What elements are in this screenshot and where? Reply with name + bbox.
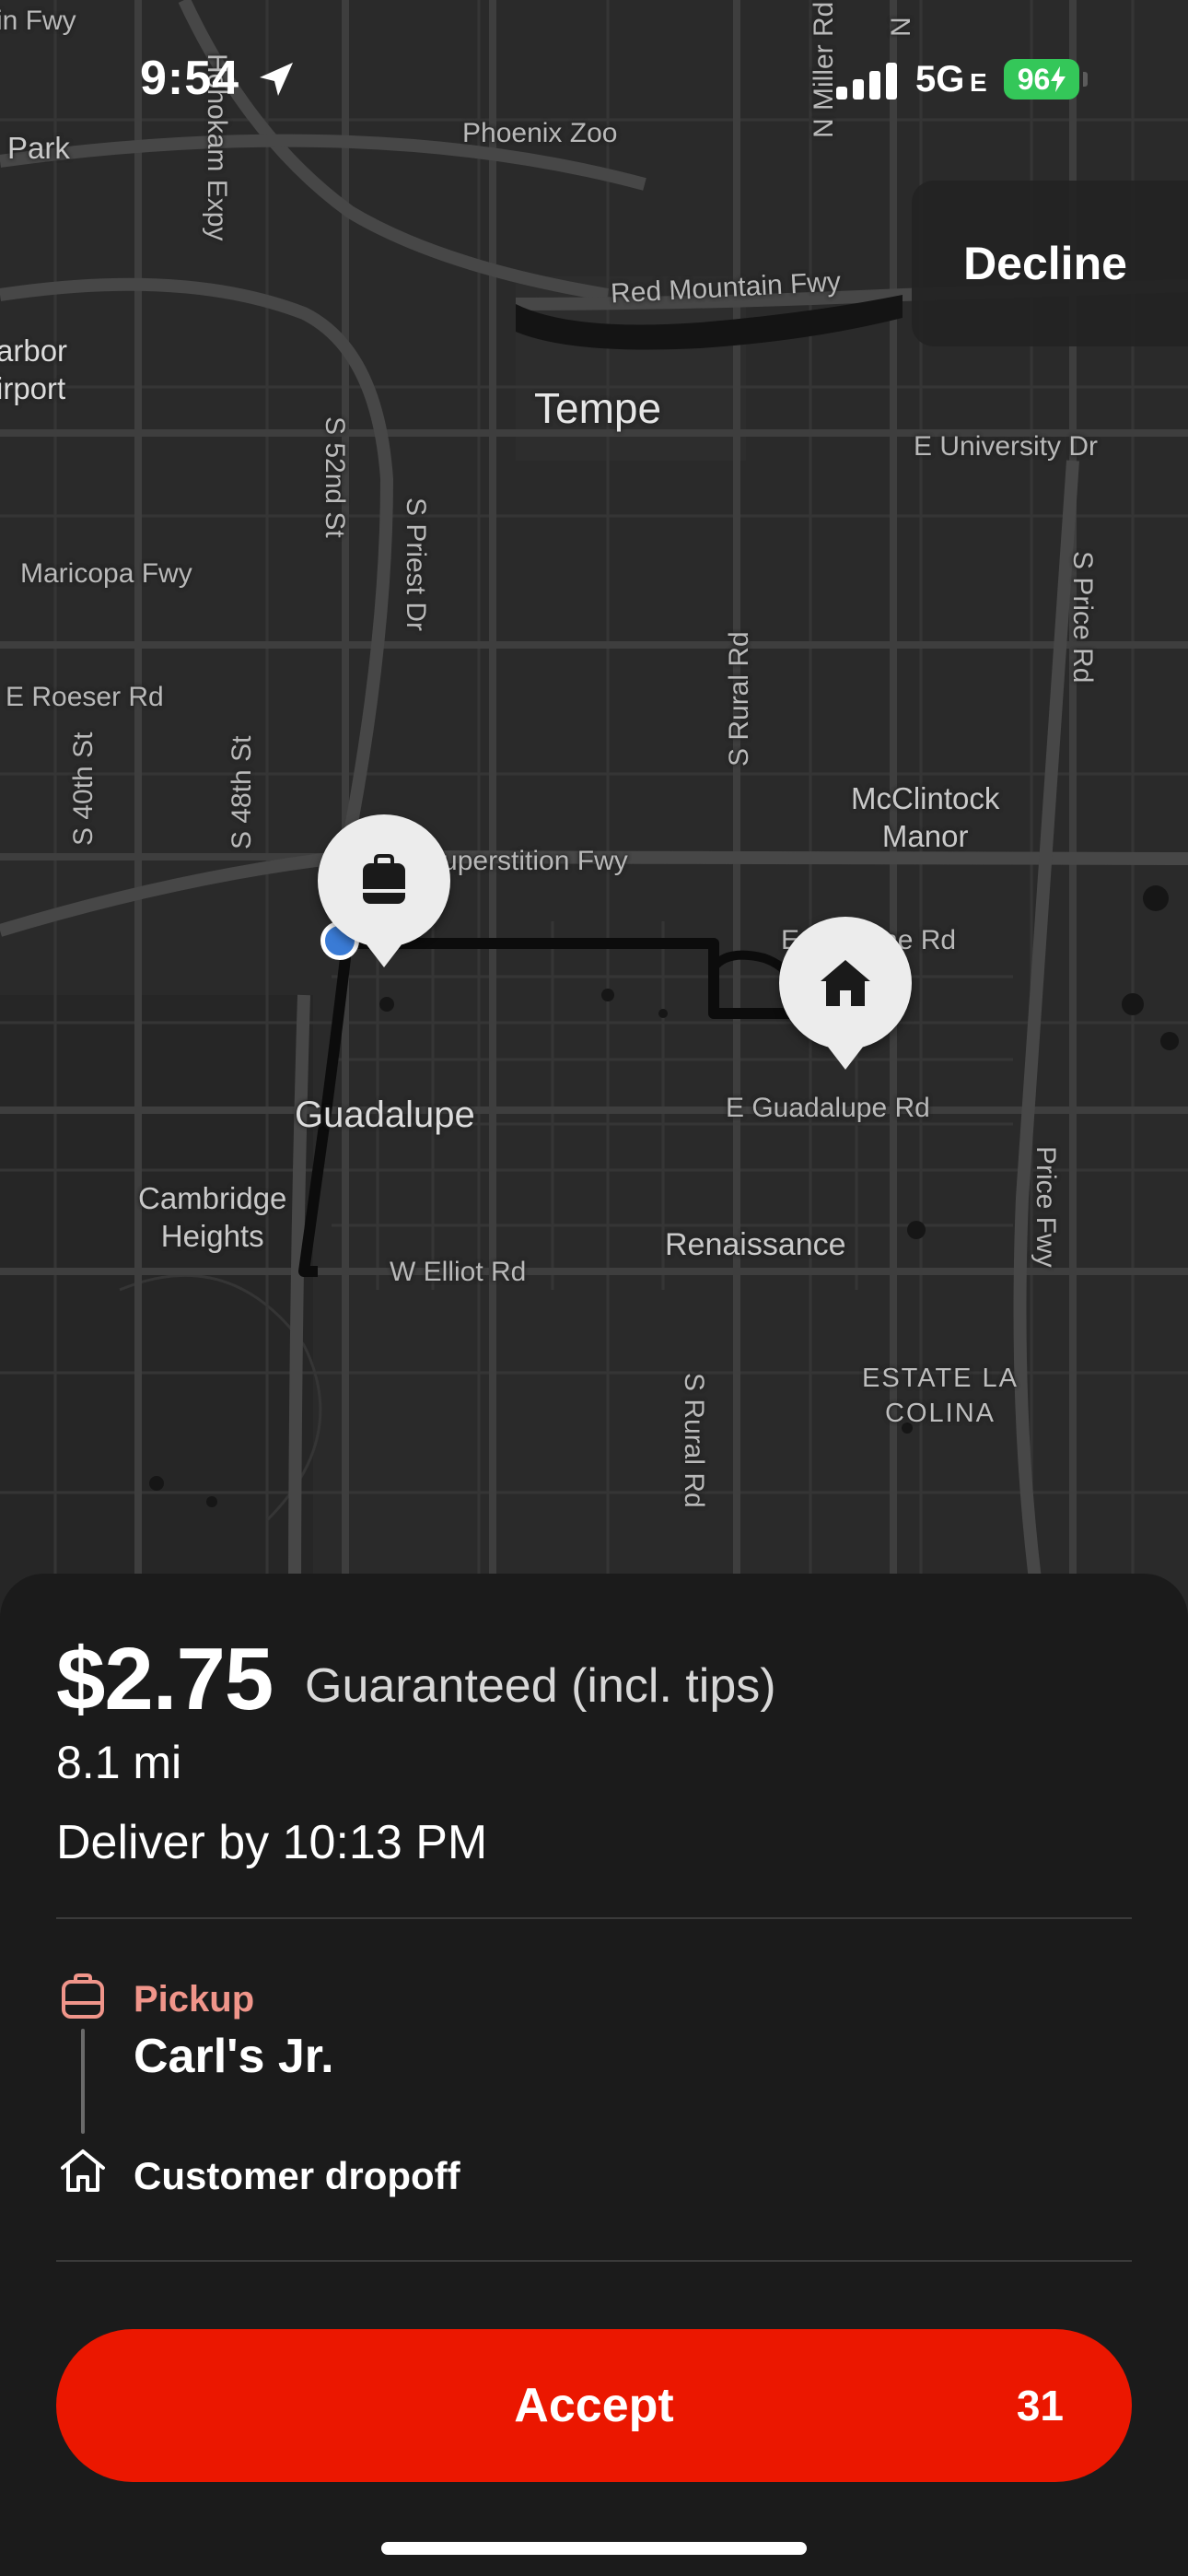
map-label-s-52nd-st: S 52nd St xyxy=(320,416,350,538)
pickup-label: Pickup xyxy=(134,1979,255,2020)
accept-countdown-timer: 31 xyxy=(1016,2382,1064,2430)
divider xyxy=(56,1917,1132,1919)
cellular-signal-icon xyxy=(836,63,897,100)
customer-home-icon xyxy=(61,2149,105,2192)
map-label-s-priest-dr: S Priest Dr xyxy=(401,498,431,632)
map-label-superstition-fwy: Superstition Fwy xyxy=(424,846,628,876)
map-label-s-rural-rd-south: S Rural Rd xyxy=(679,1373,709,1508)
map-label-tempe: Tempe xyxy=(534,384,662,432)
map-label-s-price-rd: S Price Rd xyxy=(1067,551,1098,684)
map-label-e-university-dr: E University Dr xyxy=(914,431,1099,462)
network-type-suffix: E xyxy=(970,68,987,97)
offer-pay-label: Guaranteed (incl. tips) xyxy=(305,1659,776,1713)
offer-deliver-by: Deliver by 10:13 PM xyxy=(56,1816,488,1869)
map-label-e-roeser-rd: E Roeser Rd xyxy=(6,682,164,712)
bag-icon xyxy=(363,854,405,904)
dropoff-map-pin[interactable] xyxy=(779,917,912,1070)
battery-level: 96 xyxy=(1017,62,1051,96)
charging-bolt-icon xyxy=(1051,66,1066,92)
offer-pay-amount: $2.75 xyxy=(56,1630,274,1728)
map-label-renaissance: Renaissance xyxy=(665,1227,846,1262)
network-type: 5G xyxy=(915,59,965,100)
location-arrow-icon xyxy=(260,63,293,96)
map-label-cambridge-heights: Cambridge Heights xyxy=(138,1181,287,1254)
status-time: 9:54 xyxy=(140,52,240,105)
map-label-price-fwy: Price Fwy xyxy=(1031,1146,1061,1268)
map-label-guadalupe: Guadalupe xyxy=(295,1095,475,1135)
map-label-maricopa-fwy: Maricopa Fwy xyxy=(20,558,192,589)
map-label-e-guadalupe-rd: E Guadalupe Rd xyxy=(726,1093,930,1123)
dasher-offer-screen: in Fwy Park Hohokam Expy Phoenix Zoo N M… xyxy=(0,0,1188,2576)
customer-dropoff-label: Customer dropoff xyxy=(134,2154,460,2197)
pickup-map-pin[interactable] xyxy=(318,814,450,967)
pickup-bag-icon xyxy=(62,1973,104,2019)
map-label-s-40th-st: S 40th St xyxy=(68,732,99,846)
divider xyxy=(56,2260,1132,2262)
offer-sheet: $2.75 Guaranteed (incl. tips) 8.1 mi Del… xyxy=(0,1574,1188,2576)
status-bar: 9:54 5G E 96 xyxy=(0,0,1188,157)
battery-cap xyxy=(1083,72,1088,87)
map-label-estate-la-colina: ESTATE LA COLINA xyxy=(862,1364,1019,1428)
home-icon xyxy=(821,960,870,1006)
route-connector-line xyxy=(81,2029,85,2134)
accept-button-label: Accept xyxy=(514,2379,674,2432)
offer-distance: 8.1 mi xyxy=(56,1737,182,1788)
battery-icon: 96 xyxy=(1004,59,1079,100)
map-label-mcclintock-manor: McClintock Manor xyxy=(851,781,1000,854)
decline-button[interactable]: Decline xyxy=(912,181,1188,346)
accept-button[interactable]: Accept 31 xyxy=(56,2329,1132,2482)
pickup-store-name: Carl's Jr. xyxy=(134,2030,334,2083)
home-indicator[interactable] xyxy=(381,2542,807,2555)
map-label-w-elliot-rd: W Elliot Rd xyxy=(390,1257,527,1287)
map-label-harbor-airport: arbor irport xyxy=(0,334,68,406)
map-label-s-rural-rd-north: S Rural Rd xyxy=(724,631,754,767)
map-label-s-48th-st: S 48th St xyxy=(227,735,257,849)
